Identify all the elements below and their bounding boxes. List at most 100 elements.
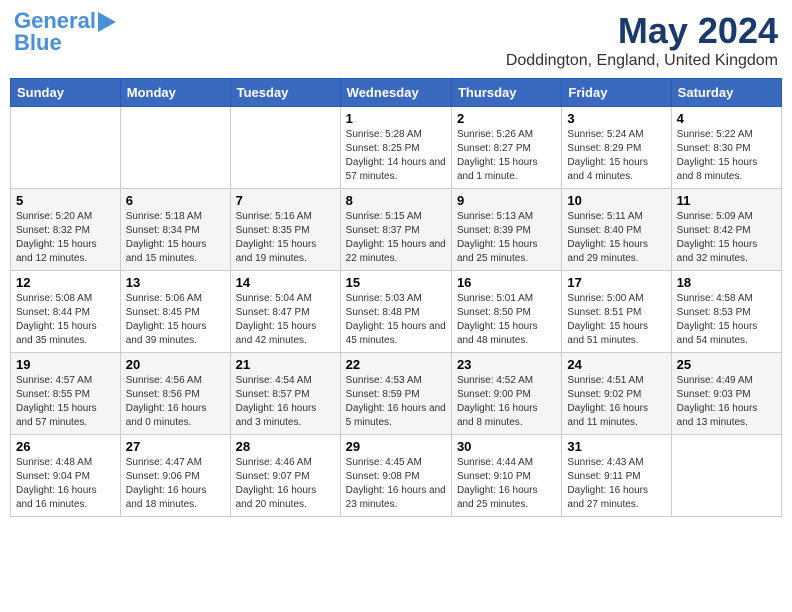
calendar-table: SundayMondayTuesdayWednesdayThursdayFrid… [10, 78, 782, 517]
calendar-week-row: 5 Sunrise: 5:20 AMSunset: 8:32 PMDaylight… [11, 189, 782, 271]
day-info: Sunrise: 4:46 AMSunset: 9:07 PMDaylight:… [236, 456, 335, 512]
calendar-cell: 24Sunrise: 4:51 AMSunset: 9:02 PMDayligh… [562, 353, 671, 435]
day-info: Sunrise: 5:15 AMSunset: 8:37 PMDaylight:… [346, 210, 446, 266]
day-info: Sunrise: 5:13 AMSunset: 8:39 PMDaylight:… [457, 210, 556, 266]
day-number: 22 [346, 357, 446, 372]
calendar-cell: 21 Sunrise: 4:54 AMSunset: 8:57 PMDayligh… [230, 353, 340, 435]
day-info: Sunrise: 4:57 AMSunset: 8:55 PMDaylight:… [16, 374, 115, 430]
title-section: May 2024 Doddington, England, United Kin… [506, 10, 778, 70]
calendar-cell: 2 Sunrise: 5:26 AMSunset: 8:27 PMDaylight… [451, 107, 561, 189]
calendar-header-wednesday: Wednesday [340, 79, 451, 107]
day-number: 8 [346, 193, 446, 208]
day-info: Sunrise: 5:11 AMSunset: 8:40 PMDaylight:… [567, 210, 665, 266]
calendar-cell [11, 107, 121, 189]
calendar-cell: 10 Sunrise: 5:11 AMSunset: 8:40 PMDayligh… [562, 189, 671, 271]
calendar-cell [230, 107, 340, 189]
day-number: 9 [457, 193, 556, 208]
day-number: 3 [567, 111, 665, 126]
page-header: General Blue May 2024 Doddington, Englan… [10, 10, 782, 70]
day-number: 18 [677, 275, 776, 290]
calendar-header-tuesday: Tuesday [230, 79, 340, 107]
day-number: 21 [236, 357, 335, 372]
calendar-cell: 31Sunrise: 4:43 AMSunset: 9:11 PMDayligh… [562, 435, 671, 517]
calendar-cell: 12Sunrise: 5:08 AMSunset: 8:44 PMDayligh… [11, 271, 121, 353]
day-number: 28 [236, 439, 335, 454]
day-number: 20 [126, 357, 225, 372]
day-number: 14 [236, 275, 335, 290]
calendar-cell: 17 Sunrise: 5:00 AMSunset: 8:51 PMDayligh… [562, 271, 671, 353]
calendar-cell: 15 Sunrise: 5:03 AMSunset: 8:48 PMDayligh… [340, 271, 451, 353]
calendar-cell: 18 Sunrise: 4:58 AMSunset: 8:53 PMDayligh… [671, 271, 781, 353]
day-number: 27 [126, 439, 225, 454]
calendar-cell: 30 Sunrise: 4:44 AMSunset: 9:10 PMDayligh… [451, 435, 561, 517]
day-info: Sunrise: 5:26 AMSunset: 8:27 PMDaylight:… [457, 128, 556, 184]
calendar-cell: 4Sunrise: 5:22 AMSunset: 8:30 PMDaylight… [671, 107, 781, 189]
month-title: May 2024 [506, 10, 778, 52]
day-number: 19 [16, 357, 115, 372]
calendar-cell: 20 Sunrise: 4:56 AMSunset: 8:56 PMDayligh… [120, 353, 230, 435]
calendar-cell: 6 Sunrise: 5:18 AMSunset: 8:34 PMDaylight… [120, 189, 230, 271]
day-number: 5 [16, 193, 115, 208]
calendar-cell: 14 Sunrise: 5:04 AMSunset: 8:47 PMDayligh… [230, 271, 340, 353]
calendar-cell: 8 Sunrise: 5:15 AMSunset: 8:37 PMDaylight… [340, 189, 451, 271]
day-number: 11 [677, 193, 776, 208]
day-number: 30 [457, 439, 556, 454]
day-info: Sunrise: 4:53 AMSunset: 8:59 PMDaylight:… [346, 374, 446, 430]
logo-icon [98, 12, 116, 40]
day-number: 29 [346, 439, 446, 454]
day-number: 10 [567, 193, 665, 208]
day-number: 2 [457, 111, 556, 126]
calendar-week-row: 19 Sunrise: 4:57 AMSunset: 8:55 PMDayligh… [11, 353, 782, 435]
day-info: Sunrise: 5:18 AMSunset: 8:34 PMDaylight:… [126, 210, 225, 266]
day-info: Sunrise: 4:49 AMSunset: 9:03 PMDaylight:… [677, 374, 776, 430]
calendar-week-row: 12Sunrise: 5:08 AMSunset: 8:44 PMDayligh… [11, 271, 782, 353]
calendar-cell: 22 Sunrise: 4:53 AMSunset: 8:59 PMDayligh… [340, 353, 451, 435]
calendar-cell: 29Sunrise: 4:45 AMSunset: 9:08 PMDayligh… [340, 435, 451, 517]
day-info: Sunrise: 5:16 AMSunset: 8:35 PMDaylight:… [236, 210, 335, 266]
calendar-cell: 1 Sunrise: 5:28 AMSunset: 8:25 PMDaylight… [340, 107, 451, 189]
logo: General Blue [14, 10, 116, 54]
day-number: 6 [126, 193, 225, 208]
calendar-cell: 28 Sunrise: 4:46 AMSunset: 9:07 PMDayligh… [230, 435, 340, 517]
day-number: 25 [677, 357, 776, 372]
calendar-header-friday: Friday [562, 79, 671, 107]
day-info: Sunrise: 5:28 AMSunset: 8:25 PMDaylight:… [346, 128, 446, 184]
day-info: Sunrise: 4:58 AMSunset: 8:53 PMDaylight:… [677, 292, 776, 348]
calendar-cell: 16Sunrise: 5:01 AMSunset: 8:50 PMDayligh… [451, 271, 561, 353]
day-info: Sunrise: 5:22 AMSunset: 8:30 PMDaylight:… [677, 128, 776, 184]
calendar-cell: 3Sunrise: 5:24 AMSunset: 8:29 PMDaylight… [562, 107, 671, 189]
calendar-header-thursday: Thursday [451, 79, 561, 107]
day-number: 15 [346, 275, 446, 290]
calendar-cell: 23Sunrise: 4:52 AMSunset: 9:00 PMDayligh… [451, 353, 561, 435]
day-number: 1 [346, 111, 446, 126]
calendar-cell: 19 Sunrise: 4:57 AMSunset: 8:55 PMDayligh… [11, 353, 121, 435]
day-number: 13 [126, 275, 225, 290]
calendar-cell: 25 Sunrise: 4:49 AMSunset: 9:03 PMDayligh… [671, 353, 781, 435]
calendar-cell: 26Sunrise: 4:48 AMSunset: 9:04 PMDayligh… [11, 435, 121, 517]
calendar-header-saturday: Saturday [671, 79, 781, 107]
day-info: Sunrise: 5:09 AMSunset: 8:42 PMDaylight:… [677, 210, 776, 266]
day-info: Sunrise: 5:01 AMSunset: 8:50 PMDaylight:… [457, 292, 556, 348]
day-number: 24 [567, 357, 665, 372]
calendar-week-row: 1 Sunrise: 5:28 AMSunset: 8:25 PMDaylight… [11, 107, 782, 189]
day-info: Sunrise: 4:54 AMSunset: 8:57 PMDaylight:… [236, 374, 335, 430]
day-info: Sunrise: 4:56 AMSunset: 8:56 PMDaylight:… [126, 374, 225, 430]
day-info: Sunrise: 5:03 AMSunset: 8:48 PMDaylight:… [346, 292, 446, 348]
day-info: Sunrise: 5:00 AMSunset: 8:51 PMDaylight:… [567, 292, 665, 348]
day-info: Sunrise: 5:04 AMSunset: 8:47 PMDaylight:… [236, 292, 335, 348]
calendar-cell: 11 Sunrise: 5:09 AMSunset: 8:42 PMDayligh… [671, 189, 781, 271]
calendar-header-monday: Monday [120, 79, 230, 107]
day-number: 23 [457, 357, 556, 372]
day-info: Sunrise: 4:48 AMSunset: 9:04 PMDaylight:… [16, 456, 115, 512]
day-number: 12 [16, 275, 115, 290]
calendar-cell: 5 Sunrise: 5:20 AMSunset: 8:32 PMDaylight… [11, 189, 121, 271]
calendar-cell: 13Sunrise: 5:06 AMSunset: 8:45 PMDayligh… [120, 271, 230, 353]
day-info: Sunrise: 4:44 AMSunset: 9:10 PMDaylight:… [457, 456, 556, 512]
day-info: Sunrise: 5:20 AMSunset: 8:32 PMDaylight:… [16, 210, 115, 266]
day-number: 17 [567, 275, 665, 290]
calendar-cell: 7Sunrise: 5:16 AMSunset: 8:35 PMDaylight… [230, 189, 340, 271]
day-info: Sunrise: 4:47 AMSunset: 9:06 PMDaylight:… [126, 456, 225, 512]
calendar-cell: 27 Sunrise: 4:47 AMSunset: 9:06 PMDayligh… [120, 435, 230, 517]
calendar-week-row: 26Sunrise: 4:48 AMSunset: 9:04 PMDayligh… [11, 435, 782, 517]
calendar-header-row: SundayMondayTuesdayWednesdayThursdayFrid… [11, 79, 782, 107]
